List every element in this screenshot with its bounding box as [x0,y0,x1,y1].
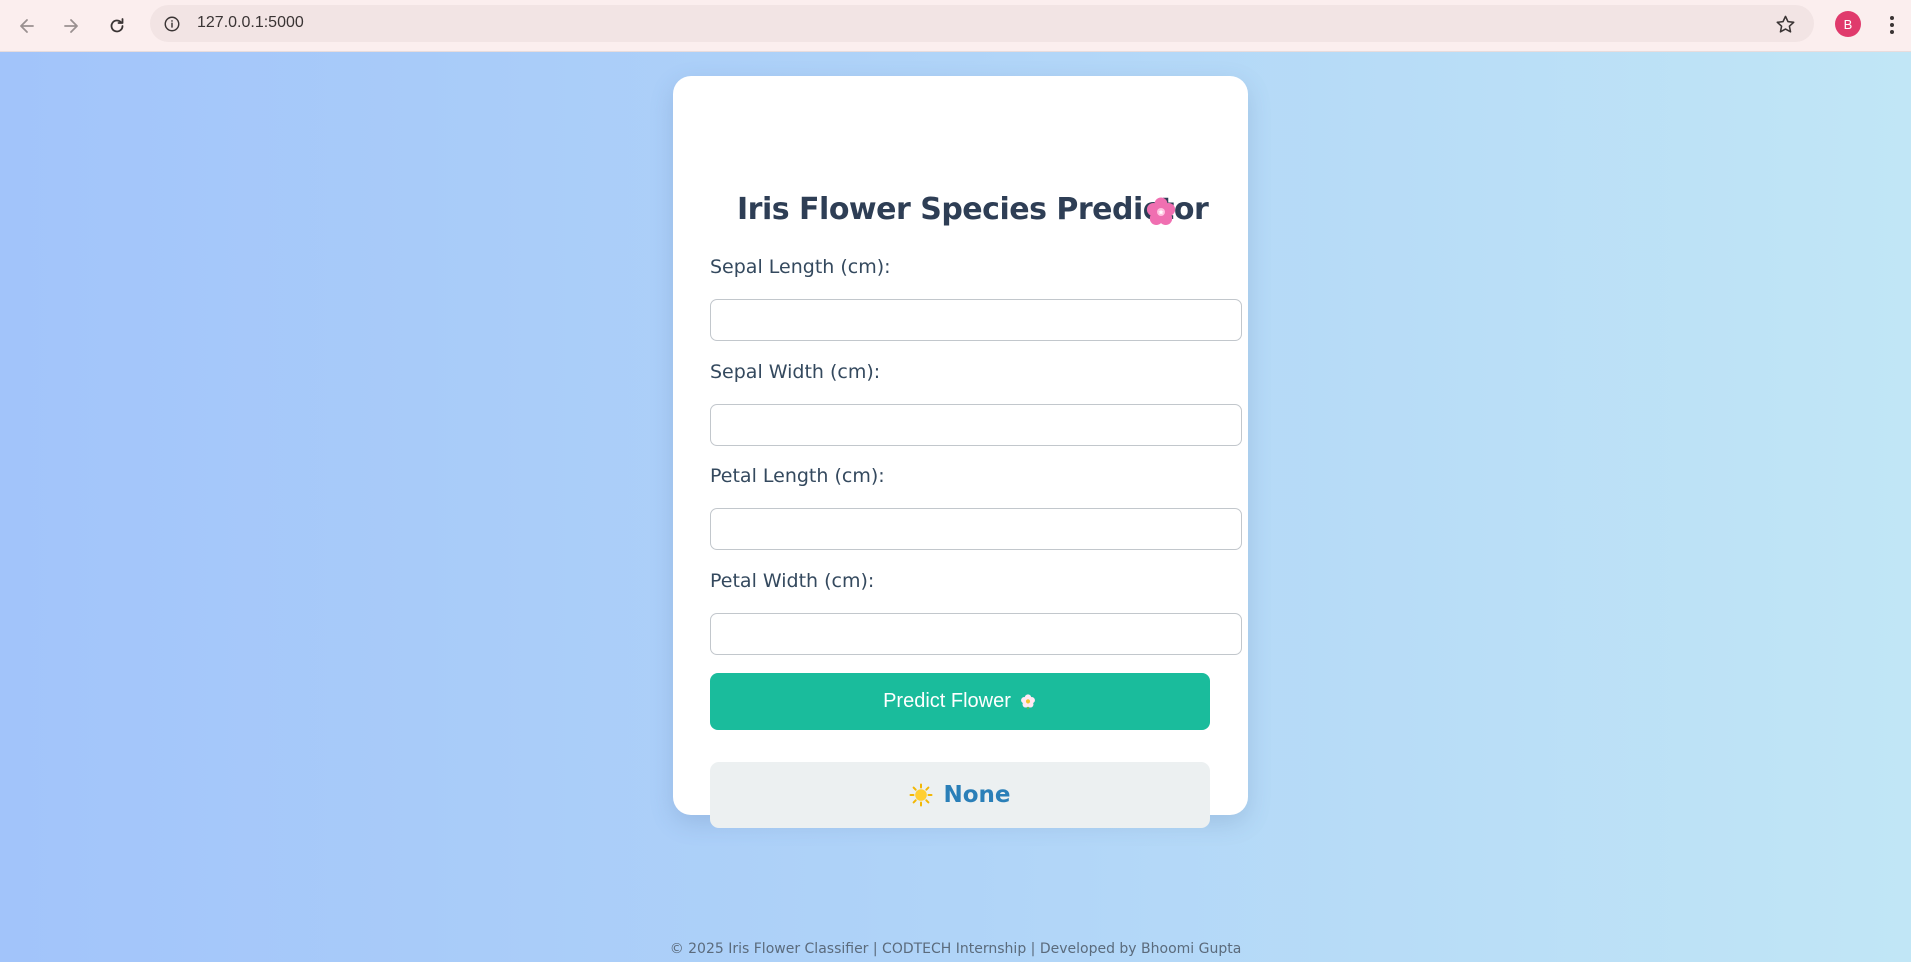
url-text[interactable]: 127.0.0.1:5000 [197,14,304,32]
page-footer: © 2025 Iris Flower Classifier | CODTECH … [669,941,1242,957]
petal-width-label: Petal Width (cm): [710,570,875,592]
predict-flower-button[interactable]: Predict Flower [710,673,1210,730]
address-bar[interactable]: 127.0.0.1:5000 [150,5,1814,42]
blossom-icon [1020,693,1035,709]
forward-icon [64,19,78,33]
petal-length-label: Petal Length (cm): [710,465,885,487]
forward-button[interactable] [55,10,87,42]
prediction-result: None [710,762,1210,828]
sepal-length-label: Sepal Length (cm): [710,256,891,278]
petal-length-input[interactable] [710,508,1242,550]
reload-icon [110,18,124,33]
reload-button[interactable] [101,10,133,42]
sepal-length-input[interactable] [710,299,1242,341]
back-button[interactable] [11,10,43,42]
sepal-width-input[interactable] [710,404,1242,446]
more-menu-icon[interactable] [1880,12,1904,38]
bookmark-star-icon[interactable] [1774,13,1796,35]
page-title: Iris Flower Species Predictor [737,192,1209,227]
predict-button-label: Predict Flower [883,690,1011,712]
petal-width-input[interactable] [710,613,1242,655]
back-icon [20,19,34,33]
sepal-width-label: Sepal Width (cm): [710,361,881,383]
site-info-icon[interactable] [162,14,182,34]
sun-icon [909,783,933,807]
profile-avatar[interactable]: B [1835,11,1861,37]
browser-toolbar: 127.0.0.1:5000 B [0,0,1911,52]
cherry-blossom-icon [1146,197,1176,225]
prediction-result-text: None [943,782,1011,808]
